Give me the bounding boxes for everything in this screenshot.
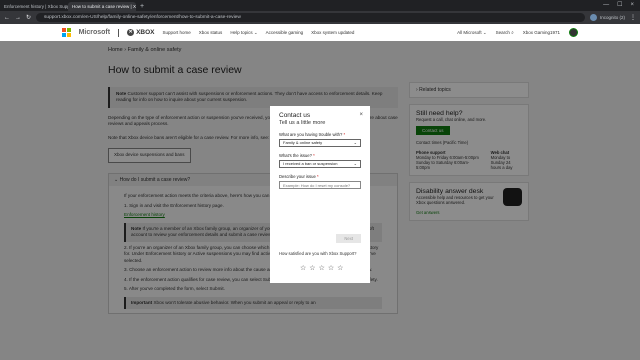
dialog-title: Contact us — [279, 112, 311, 119]
star-icon[interactable]: ☆ — [337, 264, 343, 272]
microsoft-logo-icon[interactable] — [62, 28, 71, 37]
required-mark: * — [343, 132, 346, 137]
required-mark: * — [313, 153, 315, 158]
forward-icon[interactable]: → — [15, 15, 21, 21]
reload-icon[interactable]: ↻ — [26, 14, 31, 21]
tab-label: Enforcement history | Xbox Suppo — [4, 4, 68, 9]
describe-issue-input[interactable] — [279, 181, 361, 189]
dialog-subtitle: Tell us a little more — [279, 120, 326, 126]
nav-accessible-gaming[interactable]: Accessible gaming — [266, 30, 304, 35]
header-right: All Microsoft ⌄ Search ⌕ Xbox Gaming1971 — [457, 28, 578, 37]
microsoft-brand[interactable]: Microsoft — [79, 29, 111, 36]
issue-select-value: I received a ban or suspension — [283, 161, 338, 166]
describe-label-text: Describe your issue — [279, 174, 316, 179]
trouble-label: What are you having trouble with? * — [279, 132, 361, 137]
account-avatar[interactable] — [569, 28, 578, 37]
search-label: Search — [495, 30, 510, 35]
issue-select[interactable]: I received a ban or suspension ⌄ — [279, 160, 361, 168]
nav-support-home[interactable]: Support home — [163, 30, 191, 35]
satisfaction-rating: ☆ ☆ ☆ ☆ ☆ — [300, 264, 343, 272]
xbox-logo[interactable]: ✕ XBOX — [127, 29, 155, 36]
satisfaction-question: How satisfied are you with Xbox Support? — [279, 251, 357, 256]
issue-label-text: What's the issue? — [279, 153, 312, 158]
star-icon[interactable]: ☆ — [319, 264, 325, 272]
incognito-icon — [589, 14, 597, 21]
minimize-icon[interactable]: — — [603, 0, 609, 11]
site-header: Microsoft ✕ XBOX Support home Xbox statu… — [0, 24, 640, 41]
search-link[interactable]: Search ⌕ — [496, 30, 514, 35]
nav-system-updated[interactable]: Xbox system updated — [311, 30, 354, 35]
header-divider — [118, 28, 120, 37]
tab-label: How to submit a case review | X — [72, 4, 136, 9]
describe-label: Describe your issue * — [279, 174, 361, 179]
address-bar-row: ← → ↻ support.xbox.com/en-US/help/family… — [0, 11, 640, 24]
trouble-select[interactable]: Family & online safety ⌄ — [279, 139, 361, 147]
chevron-down-icon: ⌄ — [353, 140, 357, 145]
nav-help-topics[interactable]: Help topics ⌄ — [230, 30, 257, 36]
star-icon[interactable]: ☆ — [309, 264, 315, 272]
xbox-icon: ✕ — [127, 29, 135, 36]
trouble-select-value: Family & online safety — [283, 140, 323, 145]
browser-tab-case-review[interactable]: How to submit a case review | X × — [68, 2, 136, 11]
all-microsoft-menu[interactable]: All Microsoft ⌄ — [457, 30, 487, 36]
url-input[interactable]: support.xbox.com/en-US/help/family-onlin… — [36, 13, 585, 22]
window-controls: — ☐ × — [603, 0, 640, 11]
maximize-icon[interactable]: ☐ — [617, 0, 622, 11]
next-button[interactable]: Next — [336, 234, 361, 243]
menu-icon[interactable]: ⋮ — [630, 14, 636, 21]
star-icon[interactable]: ☆ — [300, 264, 306, 272]
contact-us-dialog: Contact us Tell us a little more × What … — [270, 106, 370, 283]
profile-label: Incognito (2) — [599, 15, 625, 20]
incognito-profile[interactable]: Incognito (2) — [589, 14, 625, 21]
close-icon[interactable]: × — [359, 112, 363, 118]
xbox-wordmark: XBOX — [136, 29, 155, 36]
trouble-label-text: What are you having trouble with? — [279, 132, 343, 137]
nav-xbox-status[interactable]: Xbox status — [199, 30, 223, 35]
star-icon[interactable]: ☆ — [328, 264, 334, 272]
back-icon[interactable]: ← — [4, 15, 10, 21]
issue-label: What's the issue? * — [279, 153, 361, 158]
required-mark: * — [316, 174, 319, 179]
chevron-down-icon: ⌄ — [353, 161, 357, 166]
close-window-icon[interactable]: × — [630, 0, 634, 11]
account-name[interactable]: Xbox Gaming1971 — [523, 30, 560, 35]
new-tab-button[interactable]: + — [136, 2, 148, 11]
browser-tab-enforcement-history[interactable]: Enforcement history | Xbox Suppo × — [0, 2, 68, 11]
browser-tab-bar: Enforcement history | Xbox Suppo × How t… — [0, 0, 640, 11]
